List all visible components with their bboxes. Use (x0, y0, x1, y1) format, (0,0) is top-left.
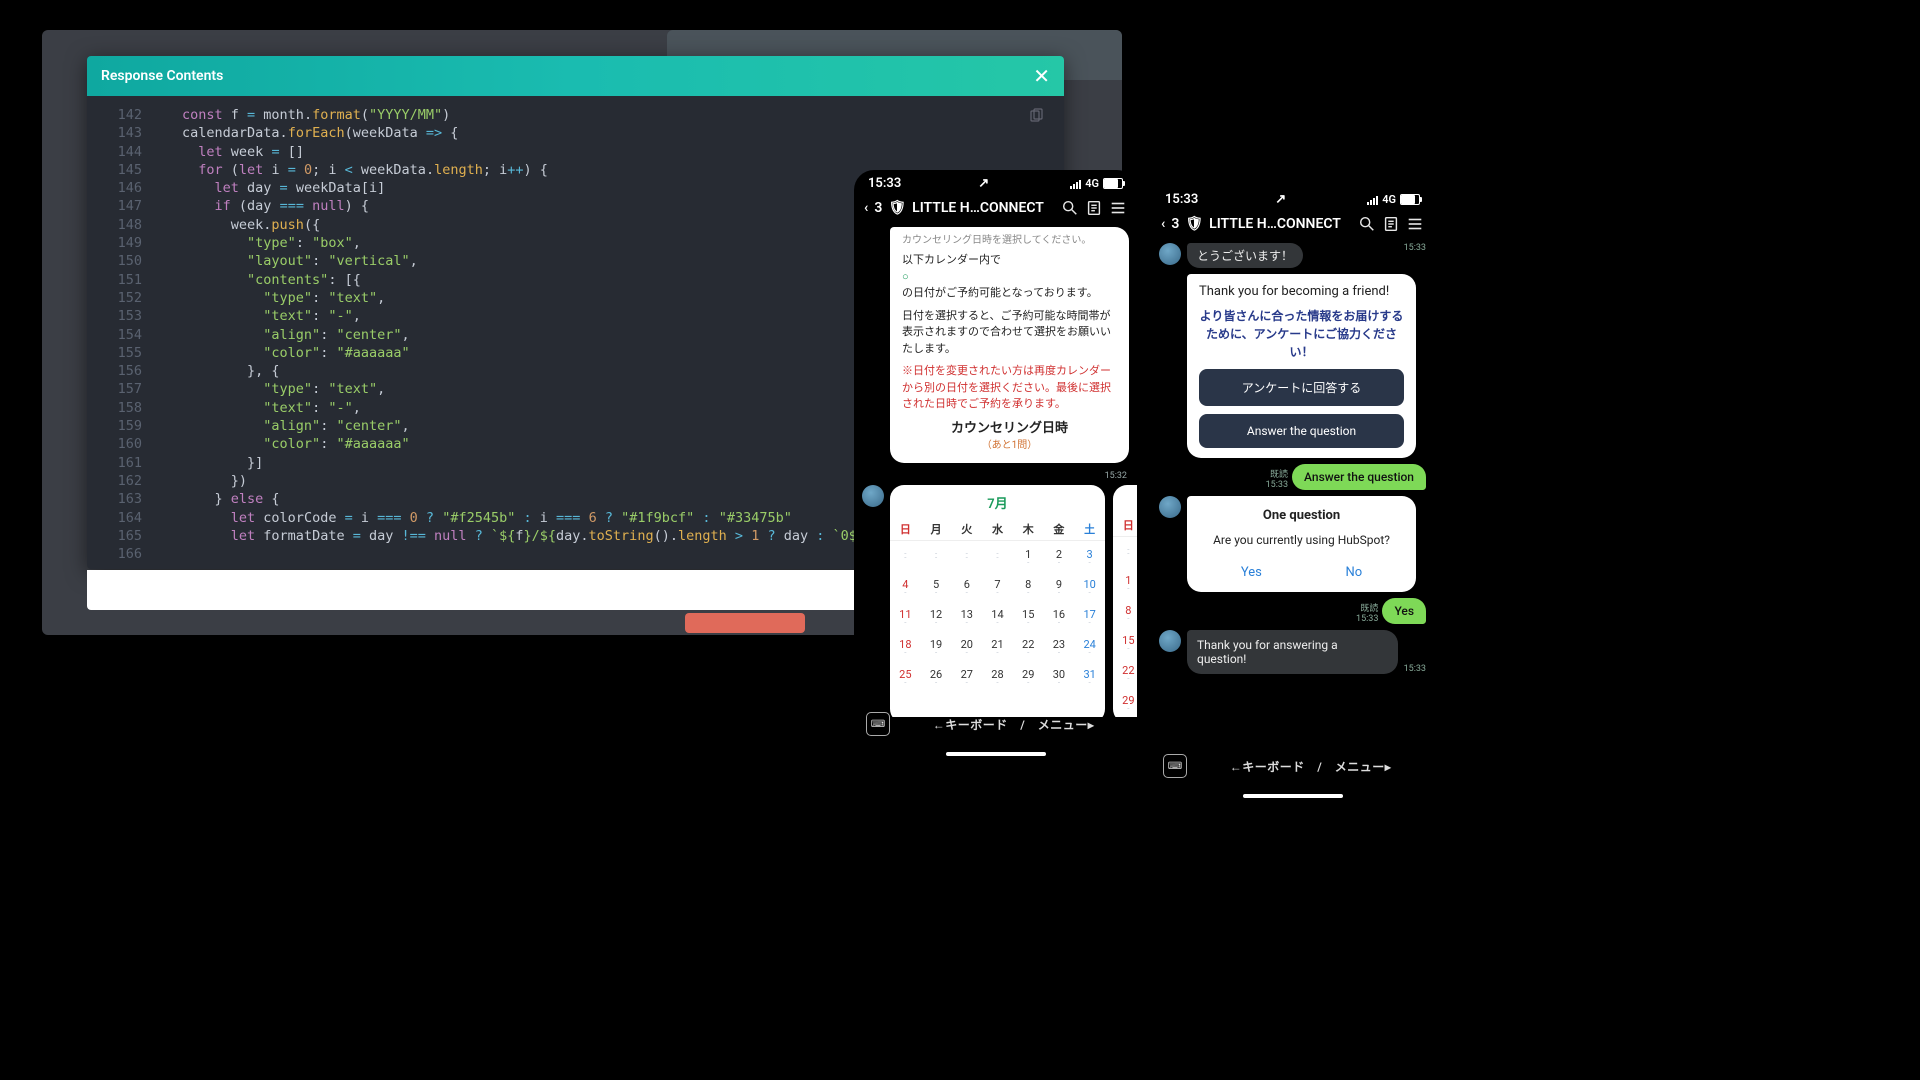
menu-icon[interactable] (1406, 215, 1424, 233)
timestamp: 15:33 (1404, 664, 1426, 674)
answer-no-button[interactable]: No (1345, 565, 1362, 580)
chat-toolbar: ⌨ ←キーボード / メニュー▸ (854, 700, 1137, 760)
answer-yes-button[interactable]: Yes (1241, 565, 1262, 580)
back-icon[interactable]: ‹ (1161, 216, 1165, 232)
calendar-grid: 日月----1---8-9-15-16-22-23-29--- (1113, 514, 1137, 717)
back-count: 3 (874, 200, 882, 216)
phone-mockup-calendar: 15:33 ↗ 4G ‹ 3 🛡 LITTLE H…CONNECT カウンセリン… (854, 170, 1137, 760)
card-subtitle: （あと1問） (902, 438, 1117, 453)
keyboard-icon[interactable]: ⌨ (866, 712, 890, 736)
timestamp: 15:32 (862, 471, 1129, 481)
bot-message: とうございます！ (1187, 243, 1303, 268)
signal-icon (1070, 179, 1081, 189)
code-content: const f = month.format("YYYY/MM") calend… (152, 106, 922, 563)
modal-header: Response Contents ✕ (87, 56, 1064, 96)
survey-intro-card[interactable]: Thank you for becoming a friend! より皆さんに合… (1187, 274, 1416, 458)
phone-mockup-survey: 15:33 ↗ 4G ‹ 3 🛡 LITTLE H…CONNECT とうございま… (1151, 186, 1434, 802)
calendar-grid: 日月火水木金土--------1-2-3-4-5-6-7-8-9-10-11-1… (890, 518, 1105, 691)
shield-icon: 🛡 (1185, 216, 1203, 232)
back-icon[interactable]: ‹ (864, 200, 868, 216)
card-subtitle: より皆さんに合った情報をお届けするために、アンケートにご協力ください！ (1199, 307, 1404, 361)
status-time: 15:33 (1165, 192, 1198, 207)
line-number-gutter: 142 143 144 145 146 147 148 149 150 151 … (87, 106, 152, 563)
question-title: One question (1199, 508, 1404, 523)
timestamp: 15:33 (1404, 243, 1426, 253)
calendar-card[interactable]: 7月 日月火水木金土--------1-2-3-4-5-6-7-8-9-10-1… (890, 485, 1105, 717)
avatar[interactable] (1159, 243, 1181, 265)
statusbar: 15:33 ↗ 4G (854, 170, 1137, 193)
card-warning: ※日付を変更されたい方は再度カレンダーから別の日付を選択ください。最後に選択され… (902, 363, 1117, 413)
battery-icon (1400, 194, 1420, 205)
background-button-shadow (685, 613, 805, 633)
card-text: 日付を選択すると、ご予約可能な時間帯が表示されますので合わせて選択をお願いいたし… (902, 308, 1117, 358)
chat-toolbar: ⌨ ←キーボード / メニュー▸ (1151, 742, 1434, 802)
chat-header: ‹ 3 🛡 LITTLE H…CONNECT (1151, 209, 1434, 239)
toolbar-label[interactable]: ←キーボード / メニュー▸ (1199, 758, 1422, 775)
chat-body[interactable]: カウンセリング日時を選択してください。 以下カレンダー内で ○ の日付がご予約可… (854, 223, 1137, 717)
chat-title: LITTLE H…CONNECT (912, 200, 1044, 216)
network-label: 4G (1085, 177, 1099, 190)
circle-icon: ○ (902, 269, 1117, 286)
notes-icon[interactable] (1085, 199, 1103, 217)
search-icon[interactable] (1358, 215, 1376, 233)
calendar-month (1113, 493, 1137, 508)
close-icon[interactable]: ✕ (1033, 64, 1050, 88)
back-count: 3 (1171, 216, 1179, 232)
menu-icon[interactable] (1109, 199, 1127, 217)
read-label: 既読 (1356, 601, 1378, 614)
question-card[interactable]: One question Are you currently using Hub… (1187, 496, 1416, 592)
user-message: Answer the question (1292, 464, 1426, 490)
signal-icon (1367, 195, 1378, 205)
user-message: Yes (1382, 598, 1426, 624)
network-label: 4G (1382, 193, 1396, 206)
card-text: Thank you for becoming a friend! (1199, 284, 1404, 299)
notes-icon[interactable] (1382, 215, 1400, 233)
answer-survey-button-en[interactable]: Answer the question (1199, 414, 1404, 448)
search-icon[interactable] (1061, 199, 1079, 217)
copy-icon[interactable] (1028, 108, 1044, 124)
home-indicator[interactable] (946, 752, 1046, 756)
read-label: 既読 (1266, 467, 1288, 480)
chat-title: LITTLE H…CONNECT (1209, 216, 1341, 232)
calendar-month: 7月 (890, 493, 1105, 512)
card-text: の日付がご予約可能となっております。 (902, 285, 1117, 302)
chat-body[interactable]: とうございます！ 15:33 Thank you for becoming a … (1151, 239, 1434, 759)
card-text: 以下カレンダー内で (902, 252, 1117, 269)
battery-icon (1103, 178, 1123, 189)
answer-survey-button-jp[interactable]: アンケートに回答する (1199, 369, 1404, 406)
question-text: Are you currently using HubSpot? (1199, 533, 1404, 547)
shield-icon: 🛡 (888, 200, 906, 216)
info-card[interactable]: カウンセリング日時を選択してください。 以下カレンダー内で ○ の日付がご予約可… (890, 227, 1129, 463)
modal-title: Response Contents (101, 68, 223, 84)
status-time: 15:33 (868, 176, 901, 191)
statusbar: 15:33 ↗ 4G (1151, 186, 1434, 209)
toolbar-label[interactable]: ←キーボード / メニュー▸ (902, 716, 1125, 733)
timestamp: 15:33 (1266, 480, 1288, 490)
card-title: カウンセリング日時 (902, 419, 1117, 439)
avatar[interactable] (1159, 630, 1181, 652)
chat-header: ‹ 3 🛡 LITTLE H…CONNECT (854, 193, 1137, 223)
avatar[interactable] (1159, 496, 1181, 518)
keyboard-icon[interactable]: ⌨ (1163, 754, 1187, 778)
avatar[interactable] (862, 485, 884, 507)
calendar-card-next[interactable]: 日月----1---8-9-15-16-22-23-29--- (1113, 485, 1137, 717)
bot-message: Thank you for answering a question! (1187, 630, 1398, 674)
timestamp: 15:33 (1356, 614, 1378, 624)
home-indicator[interactable] (1243, 794, 1343, 798)
